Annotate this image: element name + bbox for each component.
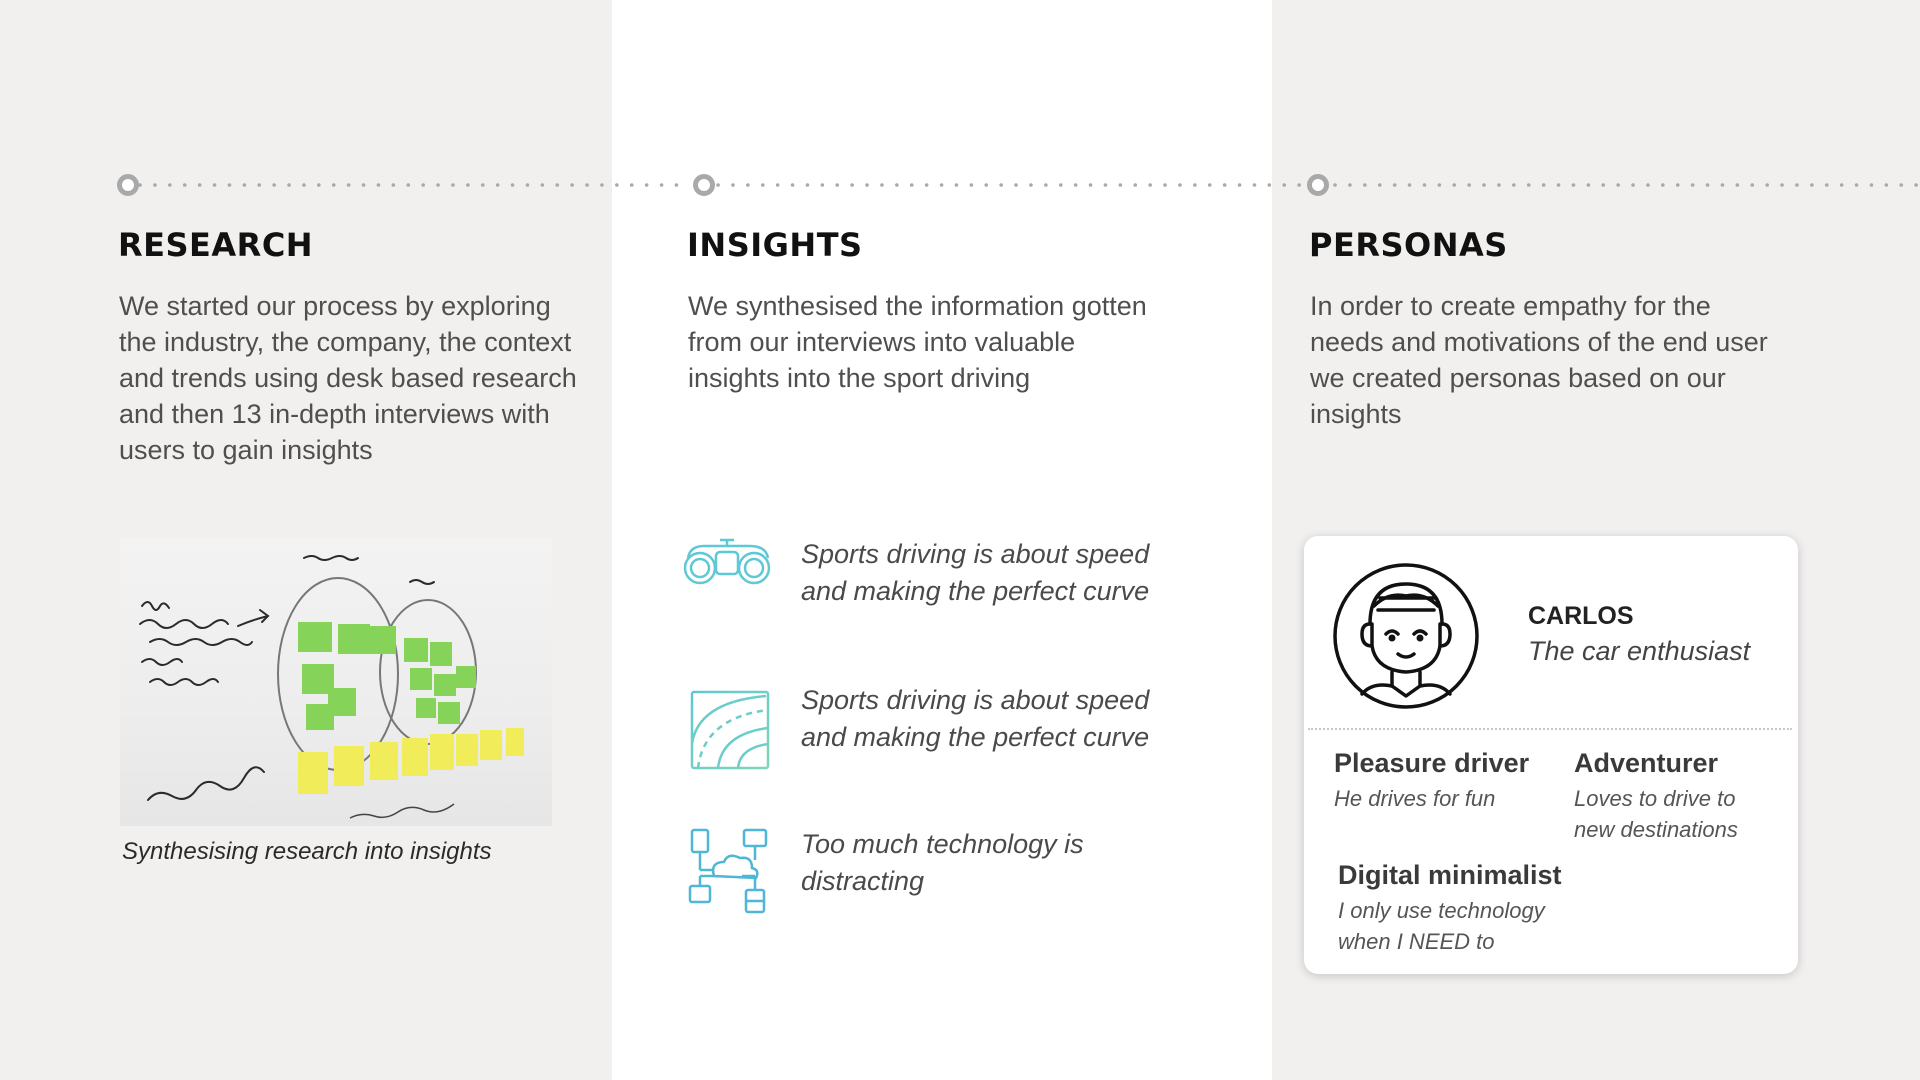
binoculars-icon bbox=[680, 536, 776, 626]
trait-title: Adventurer bbox=[1574, 748, 1719, 778]
insight-text: Too much technology is distracting bbox=[801, 829, 1084, 896]
persona-role: The car enthusiast bbox=[1528, 636, 1751, 666]
personas-title: PERSONAS bbox=[1309, 226, 1508, 264]
cloud-network-icon bbox=[680, 826, 776, 916]
insight-item: Sports driving is about speed and making… bbox=[680, 682, 1160, 772]
insight-text: Sports driving is about speed and making… bbox=[801, 685, 1150, 752]
persona-name: CARLOS bbox=[1528, 602, 1634, 630]
research-title: RESEARCH bbox=[118, 226, 314, 264]
insight-item: Too much technology is distracting bbox=[680, 826, 1160, 916]
trait-title: Digital minimalist bbox=[1338, 860, 1562, 890]
avatar-icon bbox=[1332, 562, 1480, 710]
trait-title: Pleasure driver bbox=[1334, 748, 1530, 778]
persona-card: CARLOS The car enthusiast Pleasure drive… bbox=[1304, 536, 1798, 974]
trait-description: I only use technology when I NEED to bbox=[1338, 898, 1545, 954]
trait-description: He drives for fun bbox=[1334, 786, 1496, 811]
persona-trait: Adventurer Loves to drive to new destina… bbox=[1574, 748, 1774, 845]
research-whiteboard-photo bbox=[120, 538, 552, 826]
road-curve-icon bbox=[680, 682, 776, 772]
trait-description: Loves to drive to new destinations bbox=[1574, 786, 1738, 842]
insights-body: We synthesised the information gotten fr… bbox=[688, 291, 1147, 393]
insights-title: INSIGHTS bbox=[687, 226, 863, 264]
personas-body: In order to create empathy for the needs… bbox=[1310, 291, 1768, 429]
card-divider bbox=[1308, 728, 1792, 730]
insight-text: Sports driving is about speed and making… bbox=[801, 539, 1150, 606]
persona-trait: Digital minimalist I only use technology… bbox=[1338, 860, 1578, 957]
research-body: We started our process by exploring the … bbox=[119, 291, 577, 465]
research-image-caption: Synthesising research into insights bbox=[122, 838, 492, 865]
persona-trait: Pleasure driver He drives for fun bbox=[1334, 748, 1554, 814]
insight-item: Sports driving is about speed and making… bbox=[680, 536, 1160, 626]
